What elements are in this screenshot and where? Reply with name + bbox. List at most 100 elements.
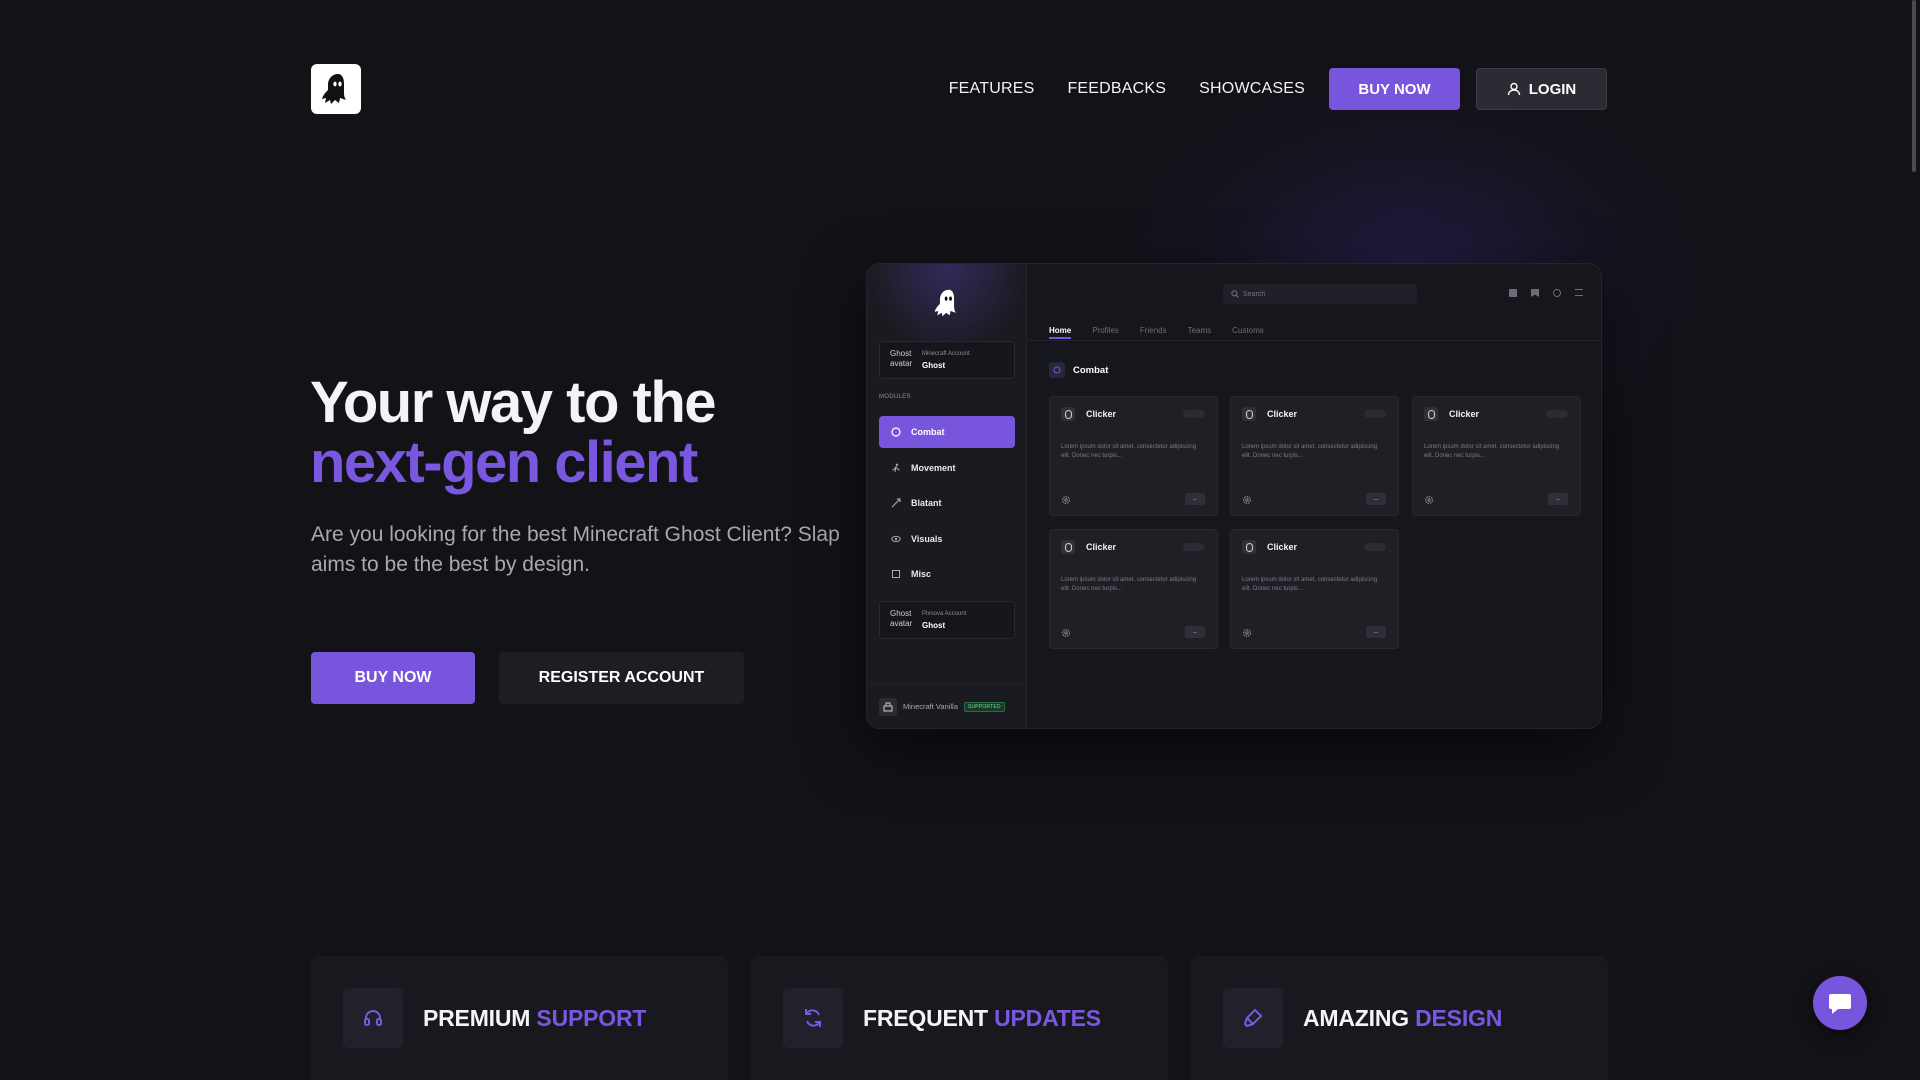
tab-teams[interactable]: Teams: [1188, 326, 1212, 339]
grid-icon: [892, 570, 900, 578]
card-expand-button[interactable]: –: [1185, 493, 1205, 505]
hero-buy-now-button[interactable]: BUY NOW: [311, 652, 475, 704]
feature-card-design: AMAZING DESIGN: [1191, 956, 1608, 1080]
module-blatant[interactable]: Blatant: [879, 487, 1015, 519]
section-header: Combat: [1049, 362, 1108, 378]
module-label: Blatant: [911, 498, 942, 508]
module-label: Combat: [911, 427, 945, 437]
version-text: Minecraft Vanilla: [903, 702, 958, 711]
account-name: Ghost: [922, 621, 946, 630]
hero-title-line1: Your way to the: [310, 370, 717, 435]
ghost-icon: [322, 74, 346, 104]
main-nav: FEATURES FEEDBACKS SHOWCASES BUY NOW LOG…: [949, 68, 1607, 110]
card-description: Lorem ipsum dolor sit amet, consectetur …: [1061, 444, 1197, 459]
buy-now-button[interactable]: BUY NOW: [1329, 68, 1460, 110]
menu-icon[interactable]: [1575, 289, 1583, 296]
bookmark-icon[interactable]: [1531, 289, 1539, 297]
card-title: Clicker: [1086, 409, 1117, 419]
register-account-button[interactable]: REGISTER ACCOUNT: [499, 652, 744, 704]
paint-brush-icon: [1223, 988, 1283, 1048]
feature-title-main: PREMIUM: [423, 1005, 531, 1031]
module-label: Misc: [911, 569, 932, 579]
minecraft-account-card[interactable]: Ghost avatar Minecraft Account Ghost: [879, 341, 1015, 379]
card-title: Clicker: [1449, 409, 1480, 419]
card-title: Clicker: [1267, 409, 1298, 419]
nav-showcases[interactable]: SHOWCASES: [1199, 68, 1305, 110]
sword-icon: [891, 498, 901, 508]
user-icon: [1507, 82, 1520, 96]
feature-title-main: AMAZING: [1303, 1005, 1409, 1031]
gear-icon[interactable]: [1242, 628, 1252, 638]
gear-icon[interactable]: [1061, 628, 1071, 638]
tab-friends[interactable]: Friends: [1140, 326, 1167, 339]
module-card[interactable]: Clicker Lorem ipsum dolor sit amet, cons…: [1049, 396, 1218, 516]
feature-title-accent: UPDATES: [994, 1005, 1101, 1031]
feature-card-updates: FREQUENT UPDATES: [751, 956, 1168, 1080]
tab-home[interactable]: Home: [1049, 326, 1072, 339]
module-card[interactable]: Clicker Lorem ipsum dolor sit amet, cons…: [1049, 529, 1218, 649]
card-expand-button[interactable]: –: [1366, 493, 1386, 505]
mouse-icon: [1061, 540, 1075, 554]
document-icon[interactable]: [1509, 289, 1517, 297]
module-card[interactable]: Clicker Lorem ipsum dolor sit amet, cons…: [1412, 396, 1581, 516]
hero-title: Your way to the next-gen client: [310, 370, 717, 495]
tab-profiles[interactable]: Profiles: [1092, 326, 1119, 339]
mouse-icon: [1242, 540, 1256, 554]
card-toggle[interactable]: [1183, 543, 1205, 551]
client-mockup: Ghost avatar Minecraft Account Ghost MOD…: [866, 263, 1602, 729]
card-toggle[interactable]: [1183, 410, 1205, 418]
card-expand-button[interactable]: –: [1548, 493, 1568, 505]
supported-badge: SUPPORTED: [963, 701, 1005, 712]
mouse-icon: [1242, 407, 1256, 421]
module-misc[interactable]: Misc: [879, 558, 1015, 590]
circle-icon[interactable]: [1553, 289, 1561, 297]
card-expand-button[interactable]: –: [1185, 626, 1205, 638]
module-movement[interactable]: Movement: [879, 452, 1015, 484]
account-label: Pixnova Account: [922, 611, 967, 617]
eye-icon: [891, 535, 901, 543]
nav-feedbacks[interactable]: FEEDBACKS: [1067, 68, 1166, 110]
version-footer: Minecraft Vanilla SUPPORTED: [867, 684, 1027, 728]
mockup-tabs: Home Profiles Friends Teams Customs: [1049, 326, 1264, 339]
card-description: Lorem ipsum dolor sit amet, consectetur …: [1424, 444, 1560, 459]
chat-button[interactable]: [1813, 976, 1867, 1030]
modules-label: MODULES: [879, 394, 911, 400]
module-visuals[interactable]: Visuals: [879, 523, 1015, 555]
account-name: Ghost: [922, 361, 946, 370]
module-combat[interactable]: Combat: [879, 416, 1015, 448]
scrollbar[interactable]: [1906, 0, 1920, 1080]
hero-title-line2: next-gen client: [310, 430, 698, 495]
card-toggle[interactable]: [1364, 543, 1386, 551]
tabs-divider: [1027, 340, 1601, 341]
gear-icon[interactable]: [1061, 495, 1071, 505]
pixnova-account-card[interactable]: Ghost avatar Pixnova Account Ghost: [879, 601, 1015, 639]
account-label: Minecraft Account: [922, 351, 970, 357]
module-card[interactable]: Clicker Lorem ipsum dolor sit amet, cons…: [1230, 529, 1399, 649]
card-title: Clicker: [1267, 542, 1298, 552]
card-toggle[interactable]: [1364, 410, 1386, 418]
feature-title: AMAZING DESIGN: [1303, 1005, 1502, 1032]
search-icon: [1231, 290, 1239, 298]
mockup-toolbar: [1509, 289, 1583, 297]
nav-features[interactable]: FEATURES: [949, 68, 1035, 110]
logo[interactable]: [311, 64, 361, 114]
login-button[interactable]: LOGIN: [1476, 68, 1607, 110]
headset-icon: [343, 988, 403, 1048]
gear-icon[interactable]: [1424, 495, 1434, 505]
gear-icon[interactable]: [1242, 495, 1252, 505]
module-label: Movement: [911, 463, 956, 473]
mockup-search[interactable]: Search: [1223, 284, 1417, 304]
feature-title: FREQUENT UPDATES: [863, 1005, 1101, 1032]
feature-title-main: FREQUENT: [863, 1005, 988, 1031]
avatar: Ghost avatar: [890, 349, 913, 368]
hero-subtitle: Are you looking for the best Minecraft G…: [311, 523, 840, 576]
module-card[interactable]: Clicker Lorem ipsum dolor sit amet, cons…: [1230, 396, 1399, 516]
tab-customs[interactable]: Customs: [1232, 326, 1264, 339]
card-expand-button[interactable]: –: [1366, 626, 1386, 638]
feature-card-support: PREMIUM SUPPORT: [311, 956, 728, 1080]
scrollbar-thumb[interactable]: [1912, 0, 1916, 172]
feature-title: PREMIUM SUPPORT: [423, 1005, 646, 1032]
card-toggle[interactable]: [1546, 410, 1568, 418]
chat-bubble-icon: [1829, 994, 1851, 1014]
target-icon: [1049, 362, 1065, 378]
